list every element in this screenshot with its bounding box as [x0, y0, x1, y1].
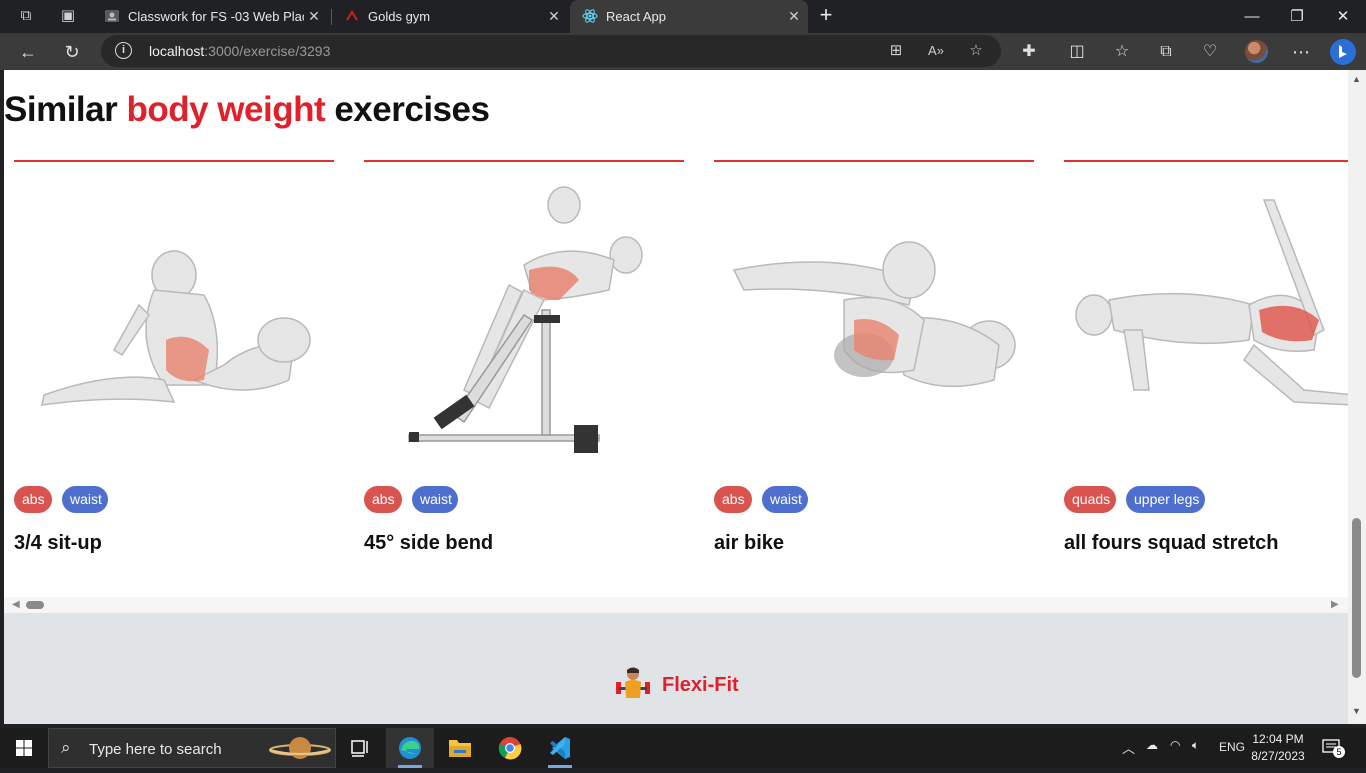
more-menu-icon[interactable]: ⋯ — [1286, 37, 1316, 67]
windows-start-icon[interactable] — [0, 728, 48, 768]
notification-center-icon[interactable]: 5 — [1322, 738, 1345, 758]
taskbar-vscode[interactable] — [536, 728, 584, 768]
exercise-illustration — [732, 241, 1016, 388]
clock-date: 8/27/2023 — [1251, 749, 1305, 763]
clock-time: 12:04 PM — [1252, 732, 1304, 746]
workspaces-icon[interactable]: ⧉ — [14, 5, 38, 27]
exercise-illustration — [1075, 199, 1348, 406]
flexi-fit-logo-icon — [616, 667, 650, 698]
notification-count-badge: 5 — [1333, 746, 1345, 758]
exercise-illustration — [408, 186, 643, 453]
back-button[interactable]: ← — [13, 37, 43, 67]
scroll-thumb[interactable] — [1352, 518, 1361, 678]
scroll-up-arrow-icon[interactable]: ▲ — [1352, 74, 1361, 84]
tag-body-part[interactable]: quads — [1064, 486, 1116, 513]
browser-essentials-icon[interactable]: ♡ — [1195, 37, 1225, 67]
exercise-illustration — [41, 250, 311, 406]
show-hidden-icons-icon[interactable]: ︿ — [1122, 738, 1135, 757]
tab-classwork[interactable]: Classwork for FS -03 Web Placem ✕ — [92, 0, 330, 33]
tab-strip: ⧉ ▣ Classwork for FS -03 Web Placem ✕ Go… — [0, 0, 1366, 33]
bing-copilot-icon[interactable] — [1328, 37, 1358, 67]
windows-taskbar: ⌕ Type here to search ︿ ☁ ◠ 🔈︎ ENG 12:04… — [0, 728, 1366, 768]
tab-react-app[interactable]: React App ✕ — [570, 0, 808, 33]
chrome-icon — [498, 737, 522, 760]
tab-title: Classwork for FS -03 Web Placem — [128, 9, 304, 24]
page-viewport: Similar body weight exercises abs waist … — [4, 70, 1348, 724]
vscode-icon — [550, 737, 570, 759]
card-top-border — [714, 160, 1034, 162]
tag-target[interactable]: waist — [412, 486, 458, 513]
search-icon: ⌕ — [61, 738, 71, 757]
app-available-icon[interactable]: ⊞ — [885, 40, 907, 62]
extensions-icon[interactable]: ✚ — [1014, 37, 1044, 67]
browser-toolbar: ← ↻ i localhost:3000/exercise/3293 ⊞ A» … — [0, 33, 1366, 70]
taskbar-chrome[interactable] — [486, 728, 534, 768]
tag-target[interactable]: waist — [762, 486, 808, 513]
favorite-star-icon[interactable]: ☆ — [965, 40, 987, 62]
close-tab-icon[interactable]: ✕ — [544, 6, 564, 26]
page-title: Similar body weight exercises — [4, 90, 490, 129]
close-tab-icon[interactable]: ✕ — [784, 6, 804, 26]
task-view-button[interactable] — [336, 728, 384, 768]
classroom-icon — [105, 10, 119, 22]
react-icon — [582, 9, 598, 23]
footer-brand: Flexi-Fit — [662, 674, 739, 696]
scroll-down-arrow-icon[interactable]: ▼ — [1352, 706, 1361, 716]
saturn-search-highlight-icon — [269, 737, 331, 759]
exercise-name: all fours squad stretch — [1064, 532, 1279, 554]
exercise-card[interactable]: abs waist 45° side bend — [364, 160, 684, 580]
new-tab-button[interactable]: + — [814, 4, 838, 27]
tag-target[interactable]: upper legs — [1126, 486, 1205, 513]
tab-actions-icon[interactable]: ▣ — [56, 5, 80, 27]
gym-logo-icon — [346, 10, 358, 21]
scroll-left-arrow-icon[interactable]: ◀ — [12, 599, 20, 610]
restore-button[interactable]: ❐ — [1274, 0, 1320, 33]
taskbar-file-explorer[interactable] — [436, 728, 484, 768]
exercise-name: air bike — [714, 532, 785, 554]
site-info-icon[interactable]: i — [115, 42, 132, 59]
close-window-button[interactable]: ✕ — [1320, 0, 1366, 33]
vertical-scrollbar[interactable]: ▲ ▼ — [1348, 70, 1366, 724]
exercise-name: 3/4 sit-up — [14, 532, 102, 554]
horizontal-scrollbar[interactable]: ◀ ▶ — [4, 597, 1348, 613]
scroll-thumb[interactable] — [26, 601, 44, 609]
exercise-card[interactable]: abs waist air bike — [714, 160, 1034, 580]
close-tab-icon[interactable]: ✕ — [304, 6, 324, 26]
favorites-icon[interactable]: ☆ — [1107, 37, 1137, 67]
footer: Flexi-Fit — [4, 613, 1348, 724]
card-top-border — [364, 160, 684, 162]
address-bar[interactable]: i localhost:3000/exercise/3293 ⊞ A» ☆ — [101, 35, 1001, 67]
scroll-right-arrow-icon[interactable]: ▶ — [1331, 599, 1339, 610]
system-clock[interactable]: 12:04 PM 8/27/2023 — [1248, 731, 1308, 765]
tab-title: Golds gym — [368, 9, 431, 24]
url-text[interactable]: localhost:3000/exercise/3293 — [149, 43, 330, 59]
search-placeholder: Type here to search — [89, 741, 222, 758]
exercise-card[interactable]: quads upper legs all fours squad stretch — [1064, 160, 1348, 580]
wifi-icon[interactable]: ◠ — [1170, 738, 1180, 752]
refresh-button[interactable]: ↻ — [57, 37, 87, 67]
task-view-icon — [351, 740, 368, 757]
taskbar-search[interactable]: ⌕ Type here to search — [48, 728, 336, 768]
exercise-name: 45° side bend — [364, 532, 494, 554]
tab-title: React App — [606, 9, 666, 24]
tag-body-part[interactable]: abs — [14, 486, 52, 513]
minimize-button[interactable]: — — [1229, 0, 1275, 33]
volume-icon[interactable]: 🔈︎ — [1192, 738, 1199, 753]
profile-avatar[interactable] — [1245, 40, 1268, 63]
card-top-border — [1064, 160, 1348, 162]
onedrive-icon[interactable]: ☁ — [1146, 738, 1158, 752]
tag-body-part[interactable]: abs — [364, 486, 402, 513]
exercise-card[interactable]: abs waist 3/4 sit-up — [14, 160, 334, 580]
split-screen-icon[interactable]: ◫ — [1062, 37, 1092, 67]
tag-body-part[interactable]: abs — [714, 486, 752, 513]
read-aloud-icon[interactable]: A» — [925, 40, 947, 62]
folder-icon — [449, 740, 471, 757]
card-top-border — [14, 160, 334, 162]
language-indicator[interactable]: ENG — [1219, 740, 1245, 754]
tab-golds-gym[interactable]: Golds gym ✕ — [332, 0, 570, 33]
edge-icon — [399, 737, 421, 759]
tag-target[interactable]: waist — [62, 486, 108, 513]
collections-icon[interactable]: ⧉ — [1151, 37, 1181, 67]
taskbar-edge[interactable] — [386, 728, 434, 768]
